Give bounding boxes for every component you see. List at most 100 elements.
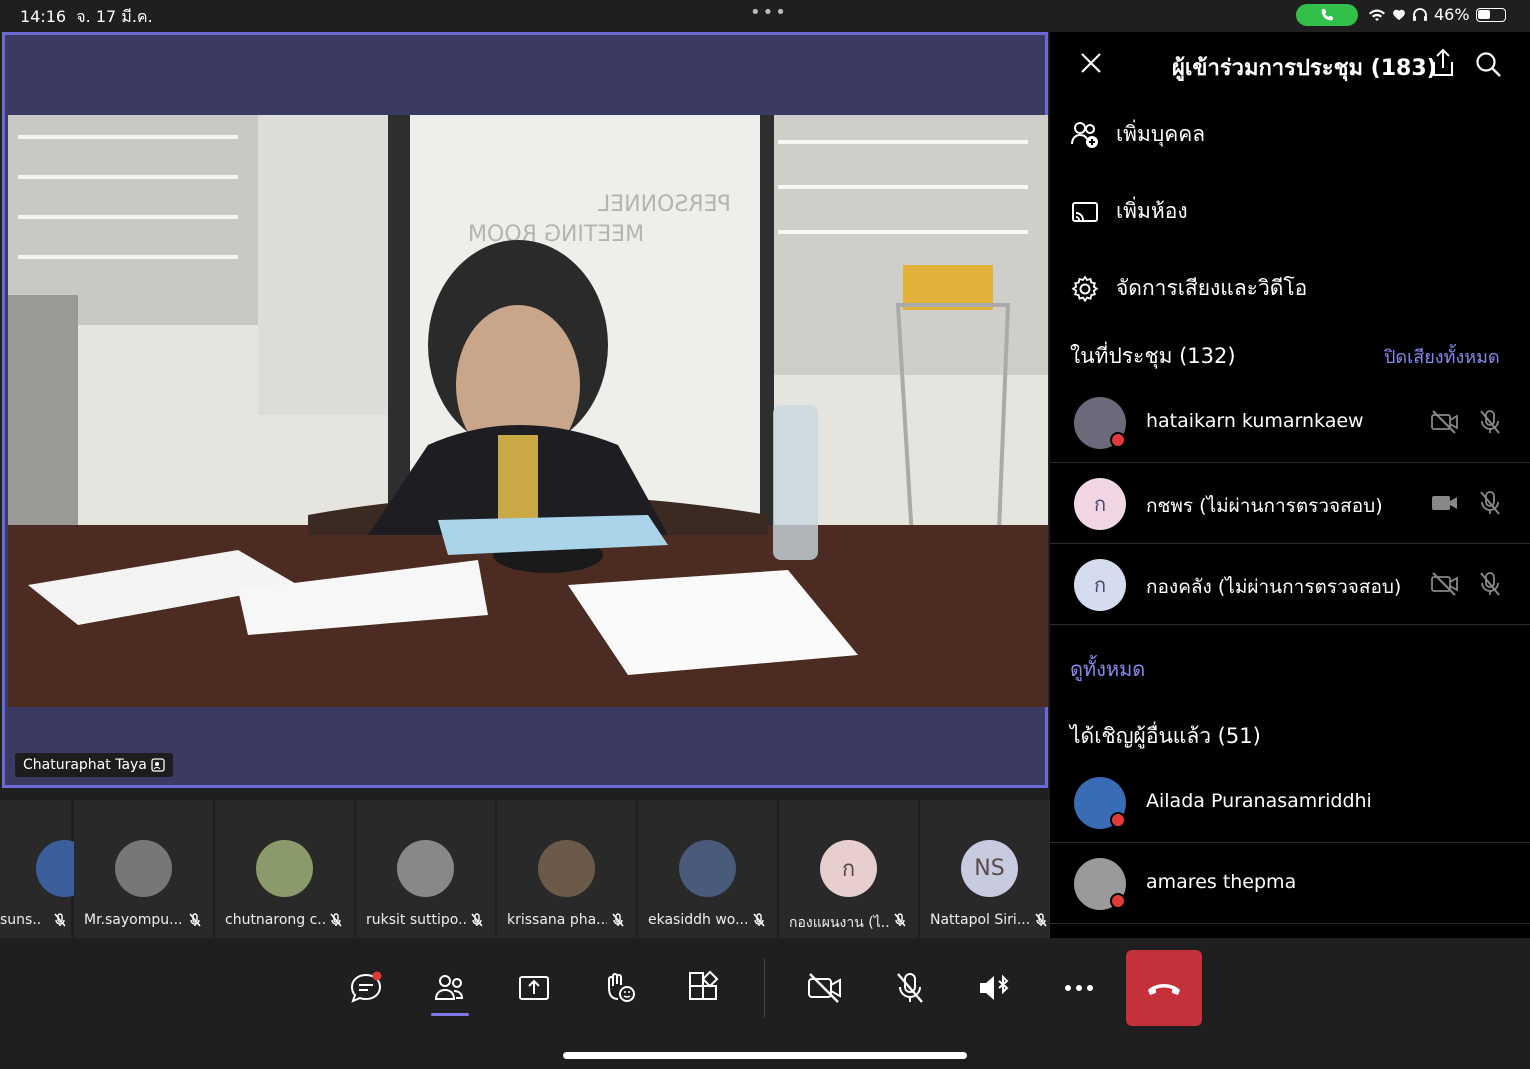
video-off-icon [1430, 570, 1460, 602]
participant-name: amares thepma [1146, 871, 1297, 893]
mic-off-icon [1033, 912, 1049, 932]
battery-icon [1475, 7, 1506, 22]
participant-name: กชพร (ไม่ผ่านการตรวจสอบ) [1146, 495, 1383, 517]
status-bar: 14:16 จ. 17 มี.ค. ••• 46% [0, 0, 1530, 30]
participant-tile[interactable]: ekasiddh wo... [638, 800, 777, 938]
mic-off-icon [52, 912, 68, 932]
participant-tile[interactable]: suns... [0, 800, 93, 938]
manage-audio-video-label: จัดการเสียงและวิดีโอ [1116, 276, 1308, 300]
speaker-name-tag: Chaturaphat Taya [15, 753, 173, 777]
svg-text:PERSONNEL: PERSONNEL [597, 192, 731, 217]
reactions-button[interactable] [589, 966, 649, 1010]
participant-row[interactable]: ก กชพร (ไม่ผ่านการตรวจสอบ) [1050, 463, 1530, 544]
avatar: ก [1074, 559, 1126, 611]
participants-button[interactable] [420, 966, 480, 1016]
participant-name: กองแผนงาน (ไ... [789, 915, 889, 931]
presence-busy-icon [1110, 893, 1126, 909]
people-icon [434, 975, 464, 1000]
mic-off-icon [1476, 489, 1504, 521]
heart-icon [1393, 9, 1405, 20]
participant-strip[interactable]: suns... Mr.sayompu... chutnarong c... ruksi… [0, 800, 1059, 938]
chat-button[interactable] [336, 966, 396, 1010]
add-person-action[interactable]: เพิ่มบุคคล [1070, 118, 1205, 151]
participant-name: กองคลัง (ไม่ผ่านการตรวจสอบ) [1146, 576, 1402, 598]
apps-button[interactable] [673, 966, 733, 1010]
speaker-name: Chaturaphat Taya [23, 757, 147, 773]
close-icon[interactable] [1078, 50, 1104, 76]
multitask-dots-icon[interactable]: ••• [750, 2, 788, 23]
avatar [256, 840, 313, 897]
more-options-button[interactable] [1049, 966, 1109, 1010]
mic-off-icon [187, 912, 203, 932]
mic-off-icon [897, 973, 923, 1003]
participant-row[interactable]: ก กองคลัง (ไม่ผ่านการตรวจสอบ) [1050, 544, 1530, 625]
avatar: ก [1074, 478, 1126, 530]
share-icon [519, 976, 549, 1000]
in-meeting-header: ในที่ประชุม (132) [1070, 344, 1236, 368]
call-toolbar [0, 938, 1530, 1069]
participant-name: ruksit suttipo... [366, 912, 466, 928]
main-video-stage[interactable]: PERSONNEL MEETING ROOM Chaturaphat Taya [2, 32, 1048, 788]
mic-toggle-button[interactable] [880, 966, 940, 1010]
share-export-icon[interactable] [1430, 48, 1456, 78]
mute-all-link[interactable]: ปิดเสียงทั้งหมด [1384, 342, 1500, 371]
hang-up-icon [1148, 984, 1180, 995]
avatar [538, 840, 595, 897]
mic-off-icon [1476, 570, 1504, 602]
participant-name: Ailada Puranasamriddhi [1146, 790, 1372, 812]
participant-tile[interactable]: chutnarong c... [215, 800, 354, 938]
camera-toggle-button[interactable] [795, 966, 855, 1010]
mic-off-icon [610, 912, 626, 932]
manage-audio-video-action[interactable]: จัดการเสียงและวิดีโอ [1070, 272, 1307, 305]
participant-name: suns... [0, 912, 40, 928]
wifi-icon [1369, 9, 1385, 21]
share-screen-button[interactable] [504, 966, 564, 1010]
participant-tile[interactable]: Mr.sayompu... [74, 800, 213, 938]
add-room-action[interactable]: เพิ่มห้อง [1070, 195, 1188, 228]
participant-row[interactable]: hataikarn kumarnkaew [1050, 382, 1530, 463]
active-call-pill[interactable] [1296, 4, 1358, 26]
mic-off-icon [1476, 408, 1504, 440]
speaker-bluetooth-icon [980, 974, 1009, 1000]
avatar: NS [961, 840, 1018, 897]
raise-hand-icon [608, 973, 635, 1002]
search-icon[interactable] [1474, 50, 1502, 78]
participant-name: ekasiddh wo... [648, 912, 748, 928]
headphones-icon [1413, 7, 1427, 21]
video-on-icon [1430, 489, 1460, 521]
participant-row[interactable]: Ailada Puranasamriddhi [1050, 762, 1530, 843]
more-icon [1065, 985, 1093, 991]
apps-icon [689, 970, 719, 1000]
mic-off-icon [751, 912, 767, 932]
status-icons: 46% [1368, 5, 1506, 24]
mic-off-icon [892, 912, 908, 932]
leave-call-button[interactable] [1126, 950, 1202, 1026]
speaker-button[interactable] [964, 966, 1024, 1010]
battery-percent: 46% [1434, 5, 1470, 24]
svg-text:MEETING ROOM: MEETING ROOM [468, 222, 644, 247]
video-off-icon [1430, 408, 1460, 440]
avatar [679, 840, 736, 897]
cast-room-icon [1072, 201, 1098, 222]
video-off-icon [808, 973, 841, 1003]
home-indicator[interactable] [563, 1052, 967, 1059]
panel-title: ผู้เข้าร่วมการประชุม (183) [1172, 56, 1437, 81]
participant-tile[interactable]: krissana pha... [497, 800, 636, 938]
avatar: ก [820, 840, 877, 897]
invited-header: ได้เชิญผู้อื่นแล้ว (51) [1070, 724, 1261, 748]
participant-tile[interactable]: ruksit suttipo... [356, 800, 495, 938]
mic-off-icon [469, 912, 485, 932]
participant-name: hataikarn kumarnkaew [1146, 410, 1364, 432]
participant-tile[interactable]: กกองแผนงาน (ไ... [779, 800, 918, 938]
add-room-label: เพิ่มห้อง [1116, 199, 1188, 223]
presence-busy-icon [1110, 432, 1126, 448]
participant-row[interactable]: amares thepma [1050, 843, 1530, 924]
participant-name: Mr.sayompu... [84, 912, 183, 928]
participant-tile[interactable]: NS Nattapol Siri... [920, 800, 1059, 938]
speaker-video[interactable]: PERSONNEL MEETING ROOM [8, 115, 1048, 707]
clock: 14:16 จ. 17 มี.ค. [20, 7, 153, 26]
view-all-link[interactable]: ดูทั้งหมด [1070, 653, 1145, 685]
phone-icon [1321, 9, 1333, 21]
avatar [115, 840, 172, 897]
avatar [397, 840, 454, 897]
